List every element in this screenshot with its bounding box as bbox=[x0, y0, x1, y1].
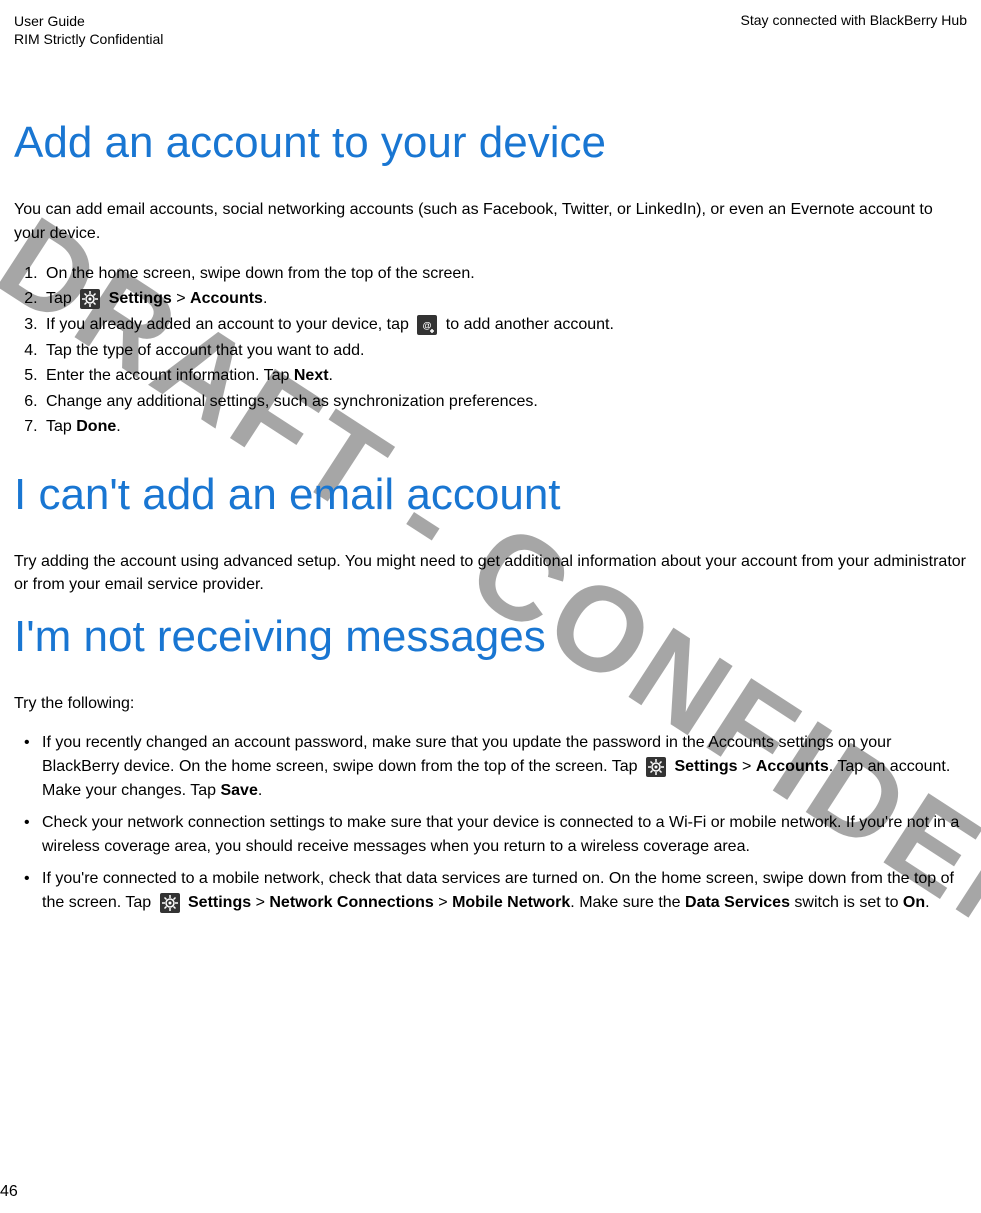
b3-on-label: On bbox=[903, 894, 925, 911]
step-2: Tap Settings > Accounts. bbox=[42, 286, 967, 312]
header-right: Stay connected with BlackBerry Hub bbox=[741, 12, 967, 28]
b3-data-services-label: Data Services bbox=[685, 894, 790, 911]
section-title-cant-add: I can't add an email account bbox=[14, 470, 967, 520]
step-5: Enter the account information. Tap Next. bbox=[42, 363, 967, 389]
step-7-text-a: Tap bbox=[46, 418, 76, 435]
step-5-period: . bbox=[329, 367, 333, 384]
step-2-text-a: Tap bbox=[46, 290, 76, 307]
svg-text:@: @ bbox=[423, 320, 432, 330]
doc-title: User Guide bbox=[14, 12, 163, 30]
step-6: Change any additional settings, such as … bbox=[42, 389, 967, 415]
step-4: Tap the type of account that you want to… bbox=[42, 338, 967, 364]
step-5-next-label: Next bbox=[294, 367, 329, 384]
b1-save-label: Save bbox=[220, 782, 257, 799]
step-3-text-b: to add another account. bbox=[441, 316, 614, 333]
section-title-not-receiving: I'm not receiving messages bbox=[14, 612, 967, 662]
step-2-accounts-label: Accounts bbox=[190, 290, 263, 307]
b3-settings-label: Settings bbox=[184, 894, 252, 911]
step-3: If you already added an account to your … bbox=[42, 312, 967, 338]
b3-period: . bbox=[925, 894, 929, 911]
header-left: User Guide RIM Strictly Confidential bbox=[14, 12, 163, 48]
b1-accounts-label: Accounts bbox=[756, 758, 829, 775]
settings-gear-icon bbox=[646, 757, 666, 777]
step-7-period: . bbox=[116, 418, 120, 435]
bullet-1: If you recently changed an account passw… bbox=[42, 731, 967, 803]
settings-gear-icon bbox=[80, 289, 100, 309]
b3-network-connections-label: Network Connections bbox=[269, 894, 433, 911]
troubleshoot-list: If you recently changed an account passw… bbox=[14, 731, 967, 915]
step-5-text-a: Enter the account information. Tap bbox=[46, 367, 294, 384]
section-title-add-account: Add an account to your device bbox=[14, 118, 967, 168]
settings-gear-icon bbox=[160, 893, 180, 913]
confidentiality-note: RIM Strictly Confidential bbox=[14, 30, 163, 48]
page-number: 46 bbox=[0, 1183, 18, 1201]
b3-sep1: > bbox=[251, 894, 269, 911]
b3-text-g: . Make sure the bbox=[570, 894, 685, 911]
b1-period: . bbox=[258, 782, 262, 799]
b1-sep: > bbox=[738, 758, 756, 775]
section3-intro: Try the following: bbox=[14, 692, 967, 715]
intro-paragraph: You can add email accounts, social netwo… bbox=[14, 198, 967, 244]
b3-mobile-network-label: Mobile Network bbox=[452, 894, 570, 911]
step-2-period: . bbox=[263, 290, 267, 307]
step-7-done-label: Done bbox=[76, 418, 116, 435]
b3-sep2: > bbox=[434, 894, 452, 911]
step-2-settings-label: Settings bbox=[104, 290, 172, 307]
b1-settings-label: Settings bbox=[670, 758, 738, 775]
step-3-text-a: If you already added an account to your … bbox=[46, 316, 413, 333]
bullet-3: If you're connected to a mobile network,… bbox=[42, 867, 967, 915]
add-account-icon: @ bbox=[417, 315, 437, 335]
step-7: Tap Done. bbox=[42, 414, 967, 440]
step-1: On the home screen, swipe down from the … bbox=[42, 261, 967, 287]
bullet-2: Check your network connection settings t… bbox=[42, 811, 967, 859]
step-2-separator: > bbox=[172, 290, 190, 307]
b3-text-i: switch is set to bbox=[790, 894, 903, 911]
steps-list: On the home screen, swipe down from the … bbox=[14, 261, 967, 440]
section2-paragraph: Try adding the account using advanced se… bbox=[14, 550, 967, 596]
page-header: User Guide RIM Strictly Confidential Sta… bbox=[14, 12, 967, 48]
